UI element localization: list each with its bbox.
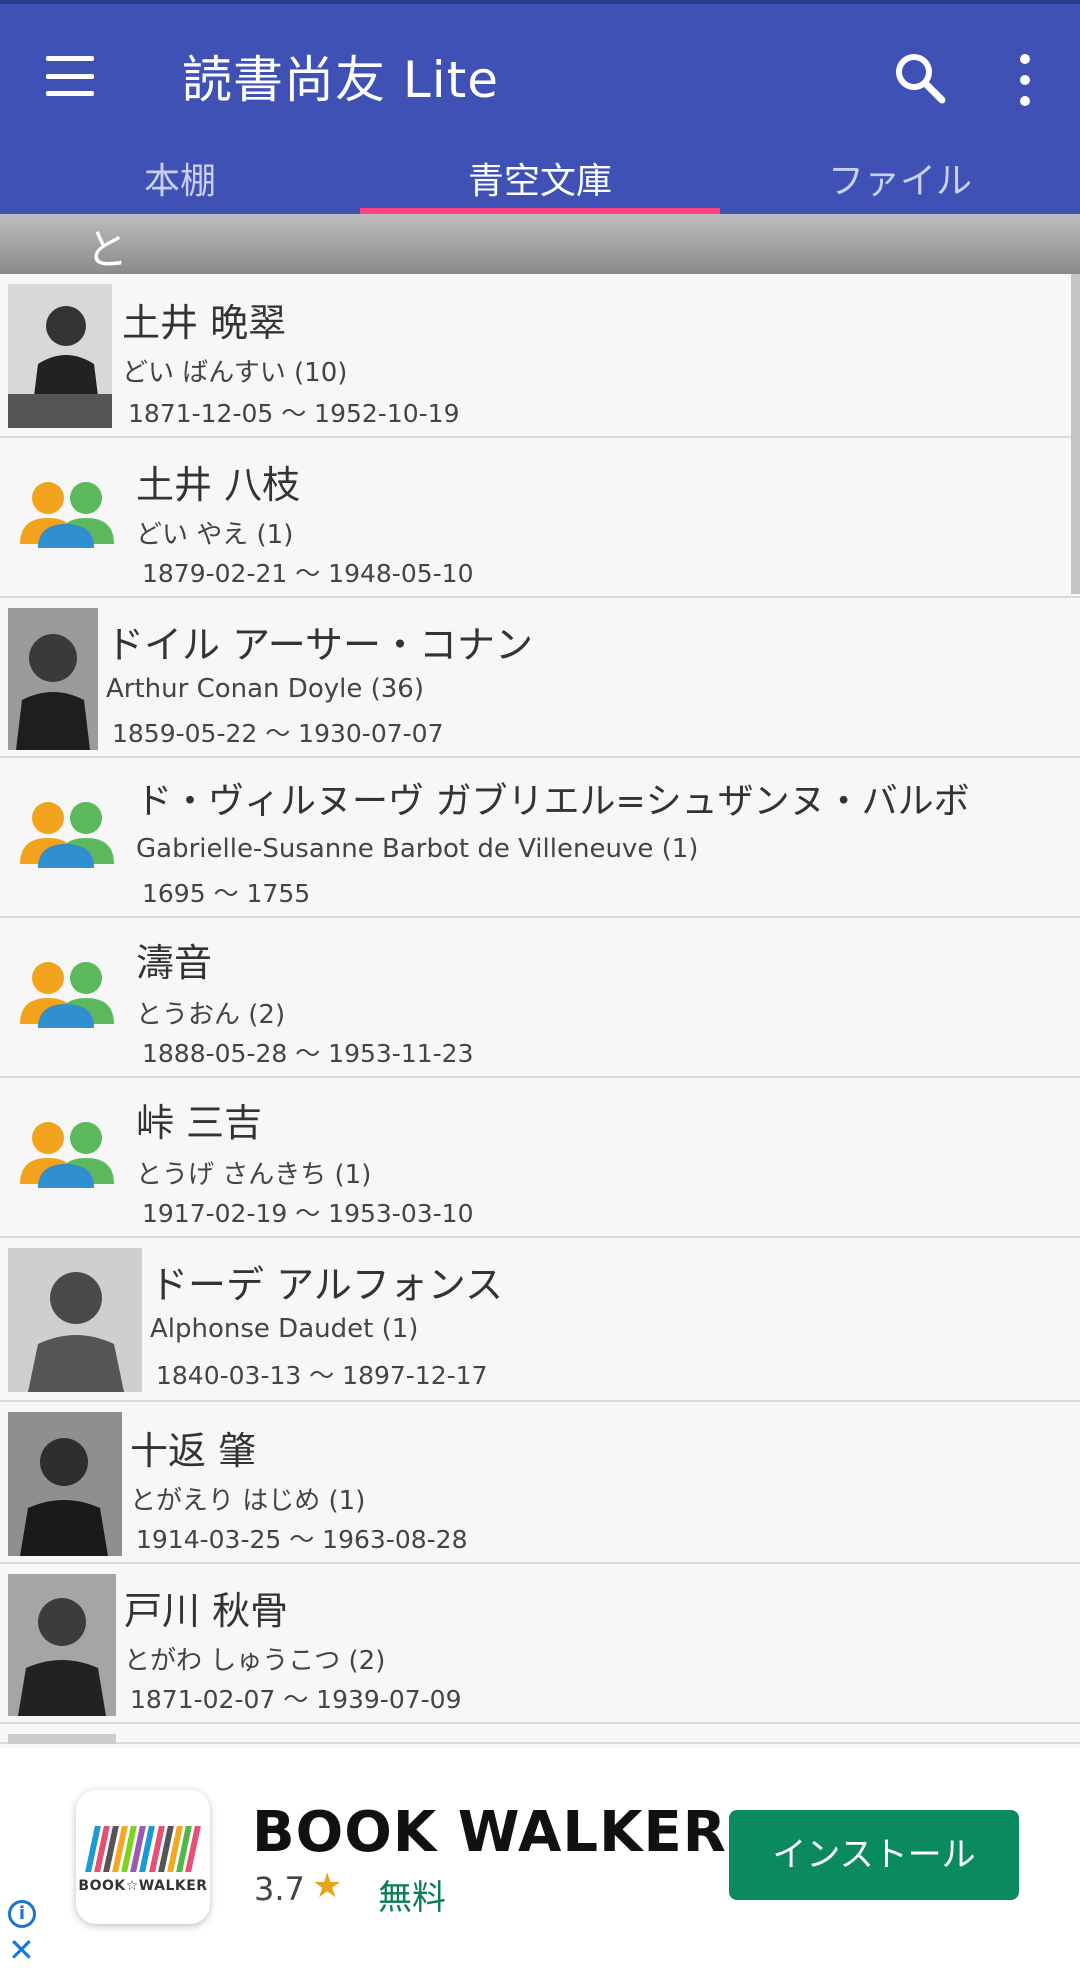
group-icon <box>20 1122 114 1188</box>
author-name: 土井 晩翠 <box>122 301 287 345</box>
author-name: 十返 肇 <box>130 1429 257 1473</box>
ad-info-icon[interactable]: i <box>8 1900 36 1928</box>
star-icon: ★ <box>312 1866 343 1906</box>
author-dates: 1888-05-28 〜 1953-11-23 <box>142 1039 474 1068</box>
book-spines-logo <box>85 1826 201 1872</box>
list-item[interactable]: 濤音 とうおん (2) 1888-05-28 〜 1953-11-23 <box>0 918 1080 1078</box>
author-portrait <box>8 1248 142 1392</box>
author-reading: とうげ さんきち (1) <box>136 1160 372 1190</box>
list-item[interactable]: ドーデ アルフォンス Alphonse Daudet (1) 1840-03-1… <box>0 1238 1080 1402</box>
list-item[interactable]: ド・ヴィルヌーヴ ガブリエル=シュザンヌ・バルボ Gabrielle-Susan… <box>0 758 1080 918</box>
author-name: ドーデ アルフォンス <box>150 1263 503 1307</box>
author-dates: 1917-02-19 〜 1953-03-10 <box>142 1199 474 1228</box>
author-reading: Alphonse Daudet (1) <box>150 1314 419 1344</box>
section-header: と <box>0 214 1080 274</box>
list-item[interactable]: 土井 晩翠 どい ばんすい (10) 1871-12-05 〜 1952-10-… <box>0 274 1080 438</box>
list-item[interactable]: 土井 八枝 どい やえ (1) 1879-02-21 〜 1948-05-10 <box>0 438 1080 598</box>
author-portrait <box>8 1574 116 1716</box>
author-reading: Arthur Conan Doyle (36) <box>106 674 424 704</box>
overflow-menu-icon[interactable] <box>1010 50 1040 110</box>
ad-close-icon[interactable]: ✕ <box>8 1934 35 1966</box>
author-list[interactable]: 土井 晩翠 どい ばんすい (10) 1871-12-05 〜 1952-10-… <box>0 274 1080 1744</box>
install-button[interactable]: インストール <box>729 1810 1019 1900</box>
author-dates: 1879-02-21 〜 1948-05-10 <box>142 559 474 588</box>
group-icon <box>20 962 114 1028</box>
app-icon-brand: BOOK☆WALKER <box>78 1878 208 1894</box>
search-icon[interactable] <box>892 50 948 106</box>
author-portrait <box>8 284 112 428</box>
group-icon <box>20 802 114 868</box>
app-title: 読書尚友 Lite <box>182 51 500 109</box>
author-reading: どい ばんすい (10) <box>122 358 348 388</box>
author-portrait <box>8 1412 122 1556</box>
author-reading: とがえり はじめ (1) <box>130 1486 366 1516</box>
tab-files[interactable]: ファイル <box>720 140 1080 214</box>
group-icon <box>20 482 114 548</box>
list-item-partial[interactable] <box>0 1724 1080 1744</box>
book-walker-app-icon[interactable]: BOOK☆WALKER <box>76 1790 210 1924</box>
author-portrait <box>8 608 98 750</box>
author-name: 土井 八枝 <box>136 463 301 507</box>
author-name: 濤音 <box>136 941 213 985</box>
list-item[interactable]: ドイル アーサー・コナン Arthur Conan Doyle (36) 185… <box>0 598 1080 758</box>
ad-price: 無料 <box>378 1878 446 1918</box>
list-item[interactable]: 十返 肇 とがえり はじめ (1) 1914-03-25 〜 1963-08-2… <box>0 1402 1080 1564</box>
author-portrait <box>8 1734 116 1744</box>
author-name: ド・ヴィルヌーヴ ガブリエル=シュザンヌ・バルボ <box>136 781 970 822</box>
author-reading: とうおん (2) <box>136 1000 286 1030</box>
author-dates: 1695 〜 1755 <box>142 879 311 908</box>
tab-bookshelf[interactable]: 本棚 <box>0 140 360 214</box>
author-name: ドイル アーサー・コナン <box>106 623 534 667</box>
author-name: 戸川 秋骨 <box>124 1589 289 1633</box>
ad-banner[interactable]: BOOK☆WALKER BOOK WALKER 3.7 ★ 無料 インストール … <box>0 1748 1080 1972</box>
author-dates: 1871-02-07 〜 1939-07-09 <box>130 1685 462 1714</box>
author-reading: とがわ しゅうこつ (2) <box>124 1646 386 1676</box>
scrollbar[interactable] <box>1071 274 1080 594</box>
author-dates: 1914-03-25 〜 1963-08-28 <box>136 1525 468 1554</box>
tab-bar: 本棚 青空文庫 ファイル <box>0 140 1080 214</box>
author-dates: 1840-03-13 〜 1897-12-17 <box>156 1361 488 1390</box>
list-item[interactable]: 峠 三吉 とうげ さんきち (1) 1917-02-19 〜 1953-03-1… <box>0 1078 1080 1238</box>
author-dates: 1871-12-05 〜 1952-10-19 <box>128 399 460 428</box>
ad-app-name[interactable]: BOOK WALKER <box>252 1800 727 1865</box>
ad-rating: 3.7 <box>254 1870 305 1908</box>
tab-aozora[interactable]: 青空文庫 <box>360 140 720 214</box>
hamburger-menu-icon[interactable] <box>40 50 100 102</box>
author-reading: Gabrielle-Susanne Barbot de Villeneuve (… <box>136 834 699 864</box>
author-reading: どい やえ (1) <box>136 520 294 550</box>
author-dates: 1859-05-22 〜 1930-07-07 <box>112 719 444 748</box>
section-label: と <box>86 225 129 274</box>
list-item[interactable]: 戸川 秋骨 とがわ しゅうこつ (2) 1871-02-07 〜 1939-07… <box>0 1564 1080 1724</box>
author-name: 峠 三吉 <box>136 1101 263 1145</box>
